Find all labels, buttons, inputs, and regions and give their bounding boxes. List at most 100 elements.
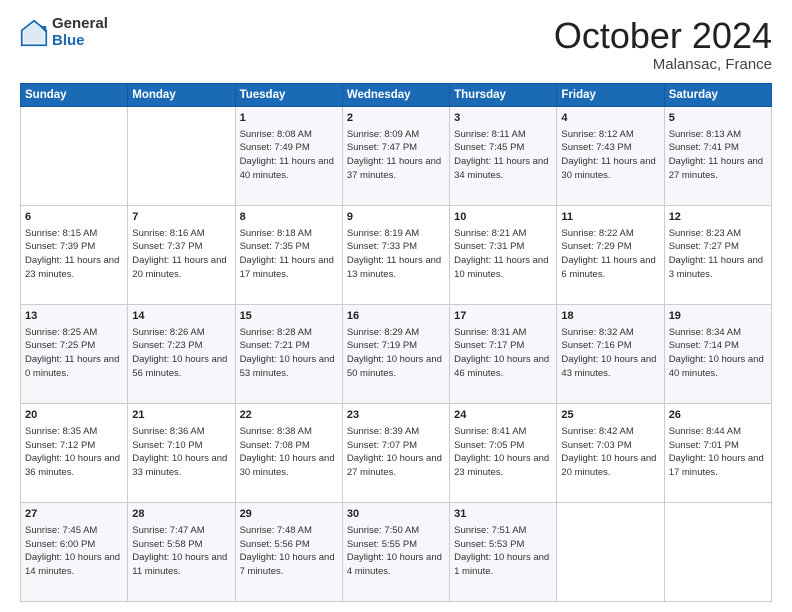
sunset-text: Sunset: 7:23 PM: [132, 340, 202, 351]
sunrise-text: Sunrise: 8:28 AM: [240, 327, 312, 338]
sunrise-text: Sunrise: 8:19 AM: [347, 228, 419, 239]
calendar-cell: 22Sunrise: 8:38 AMSunset: 7:08 PMDayligh…: [235, 403, 342, 502]
logo: General Blue: [20, 16, 108, 49]
calendar-cell: [557, 502, 664, 601]
calendar-cell: [664, 502, 771, 601]
sunrise-text: Sunrise: 8:38 AM: [240, 426, 312, 437]
day-number: 31: [454, 507, 552, 523]
sunset-text: Sunset: 7:41 PM: [669, 142, 739, 153]
calendar-cell: 27Sunrise: 7:45 AMSunset: 6:00 PMDayligh…: [21, 502, 128, 601]
sunset-text: Sunset: 7:27 PM: [669, 241, 739, 252]
sunrise-text: Sunrise: 7:48 AM: [240, 525, 312, 536]
weekday-header: Wednesday: [342, 83, 449, 106]
daylight-text: Daylight: 11 hours and 27 minutes.: [669, 156, 763, 181]
day-number: 12: [669, 210, 767, 226]
weekday-header: Friday: [557, 83, 664, 106]
sunrise-text: Sunrise: 8:32 AM: [561, 327, 633, 338]
daylight-text: Daylight: 10 hours and 33 minutes.: [132, 453, 227, 478]
sunrise-text: Sunrise: 8:11 AM: [454, 129, 526, 140]
day-number: 21: [132, 408, 230, 424]
sunset-text: Sunset: 5:58 PM: [132, 539, 202, 550]
sunset-text: Sunset: 7:47 PM: [347, 142, 417, 153]
calendar-cell: 2Sunrise: 8:09 AMSunset: 7:47 PMDaylight…: [342, 106, 449, 205]
sunrise-text: Sunrise: 8:16 AM: [132, 228, 204, 239]
calendar-cell: 25Sunrise: 8:42 AMSunset: 7:03 PMDayligh…: [557, 403, 664, 502]
sunrise-text: Sunrise: 8:26 AM: [132, 327, 204, 338]
calendar-body: 1Sunrise: 8:08 AMSunset: 7:49 PMDaylight…: [21, 106, 772, 601]
weekday-header: Saturday: [664, 83, 771, 106]
calendar-cell: 10Sunrise: 8:21 AMSunset: 7:31 PMDayligh…: [450, 205, 557, 304]
day-number: 28: [132, 507, 230, 523]
sunrise-text: Sunrise: 8:15 AM: [25, 228, 97, 239]
weekday-row: SundayMondayTuesdayWednesdayThursdayFrid…: [21, 83, 772, 106]
day-number: 16: [347, 309, 445, 325]
daylight-text: Daylight: 11 hours and 3 minutes.: [669, 255, 763, 280]
calendar-cell: 12 Sunrise: 8:23 AM Sunset: 7:27 PM Dayligh…: [664, 205, 771, 304]
location-subtitle: Malansac, France: [554, 56, 772, 73]
day-number: 19: [669, 309, 767, 325]
sunset-text: Sunset: 7:01 PM: [669, 440, 739, 451]
calendar-cell: 17Sunrise: 8:31 AMSunset: 7:17 PMDayligh…: [450, 304, 557, 403]
daylight-text: Daylight: 10 hours and 43 minutes.: [561, 354, 656, 379]
calendar-week-row: 1Sunrise: 8:08 AMSunset: 7:49 PMDaylight…: [21, 106, 772, 205]
day-number: 24: [454, 408, 552, 424]
calendar-week-row: 27Sunrise: 7:45 AMSunset: 6:00 PMDayligh…: [21, 502, 772, 601]
sunrise-text: Sunrise: 7:50 AM: [347, 525, 419, 536]
sunset-text: Sunset: 7:14 PM: [669, 340, 739, 351]
day-number: 14: [132, 309, 230, 325]
sunset-text: Sunset: 7:33 PM: [347, 241, 417, 252]
sunrise-text: Sunrise: 8:09 AM: [347, 129, 419, 140]
daylight-text: Daylight: 11 hours and 17 minutes.: [240, 255, 334, 280]
calendar-week-row: 13Sunrise: 8:25 AMSunset: 7:25 PMDayligh…: [21, 304, 772, 403]
sunrise-text: Sunrise: 8:35 AM: [25, 426, 97, 437]
day-number: 30: [347, 507, 445, 523]
calendar-cell: 11Sunrise: 8:22 AMSunset: 7:29 PMDayligh…: [557, 205, 664, 304]
sunset-text: Sunset: 6:00 PM: [25, 539, 95, 550]
daylight-text: Daylight: 10 hours and 20 minutes.: [561, 453, 656, 478]
daylight-text: Daylight: 11 hours and 20 minutes.: [132, 255, 226, 280]
day-number: 23: [347, 408, 445, 424]
daylight-text: Daylight: 10 hours and 1 minute.: [454, 552, 549, 577]
sunset-text: Sunset: 7:45 PM: [454, 142, 524, 153]
sunset-text: Sunset: 5:55 PM: [347, 539, 417, 550]
sunset-text: Sunset: 7:16 PM: [561, 340, 631, 351]
calendar-cell: 23Sunrise: 8:39 AMSunset: 7:07 PMDayligh…: [342, 403, 449, 502]
sunrise-text: Sunrise: 8:29 AM: [347, 327, 419, 338]
sunrise-text: Sunrise: 8:23 AM: [669, 228, 741, 239]
daylight-text: Daylight: 11 hours and 34 minutes.: [454, 156, 548, 181]
day-number: 18: [561, 309, 659, 325]
daylight-text: Daylight: 10 hours and 46 minutes.: [454, 354, 549, 379]
sunset-text: Sunset: 7:37 PM: [132, 241, 202, 252]
sunrise-text: Sunrise: 8:08 AM: [240, 129, 312, 140]
calendar-cell: 24Sunrise: 8:41 AMSunset: 7:05 PMDayligh…: [450, 403, 557, 502]
sunrise-text: Sunrise: 7:51 AM: [454, 525, 526, 536]
logo-text: General Blue: [52, 16, 108, 49]
daylight-text: Daylight: 11 hours and 13 minutes.: [347, 255, 441, 280]
title-block: October 2024 Malansac, France: [554, 16, 772, 73]
day-number: 3: [454, 111, 552, 127]
sunrise-text: Sunrise: 8:13 AM: [669, 129, 741, 140]
calendar-cell: 21Sunrise: 8:36 AMSunset: 7:10 PMDayligh…: [128, 403, 235, 502]
daylight-text: Daylight: 11 hours and 40 minutes.: [240, 156, 334, 181]
sunset-text: Sunset: 7:12 PM: [25, 440, 95, 451]
sunrise-text: Sunrise: 8:31 AM: [454, 327, 526, 338]
day-number: 15: [240, 309, 338, 325]
weekday-header: Tuesday: [235, 83, 342, 106]
sunset-text: Sunset: 7:10 PM: [132, 440, 202, 451]
daylight-text: Daylight: 10 hours and 27 minutes.: [347, 453, 442, 478]
calendar-table: SundayMondayTuesdayWednesdayThursdayFrid…: [20, 83, 772, 602]
calendar-week-row: 20Sunrise: 8:35 AMSunset: 7:12 PMDayligh…: [21, 403, 772, 502]
daylight-text: Daylight: 10 hours and 17 minutes.: [669, 453, 764, 478]
day-number: 9: [347, 210, 445, 226]
calendar-cell: 29Sunrise: 7:48 AMSunset: 5:56 PMDayligh…: [235, 502, 342, 601]
sunrise-text: Sunrise: 8:42 AM: [561, 426, 633, 437]
weekday-header: Monday: [128, 83, 235, 106]
calendar-cell: 5Sunrise: 8:13 AMSunset: 7:41 PMDaylight…: [664, 106, 771, 205]
sunset-text: Sunset: 7:05 PM: [454, 440, 524, 451]
sunset-text: Sunset: 7:25 PM: [25, 340, 95, 351]
calendar-cell: 3 Sunrise: 8:11 AM Sunset: 7:45 PM Daylight…: [450, 106, 557, 205]
sunset-text: Sunset: 7:29 PM: [561, 241, 631, 252]
sunset-text: Sunset: 7:35 PM: [240, 241, 310, 252]
day-number: 8: [240, 210, 338, 226]
sunset-text: Sunset: 7:21 PM: [240, 340, 310, 351]
